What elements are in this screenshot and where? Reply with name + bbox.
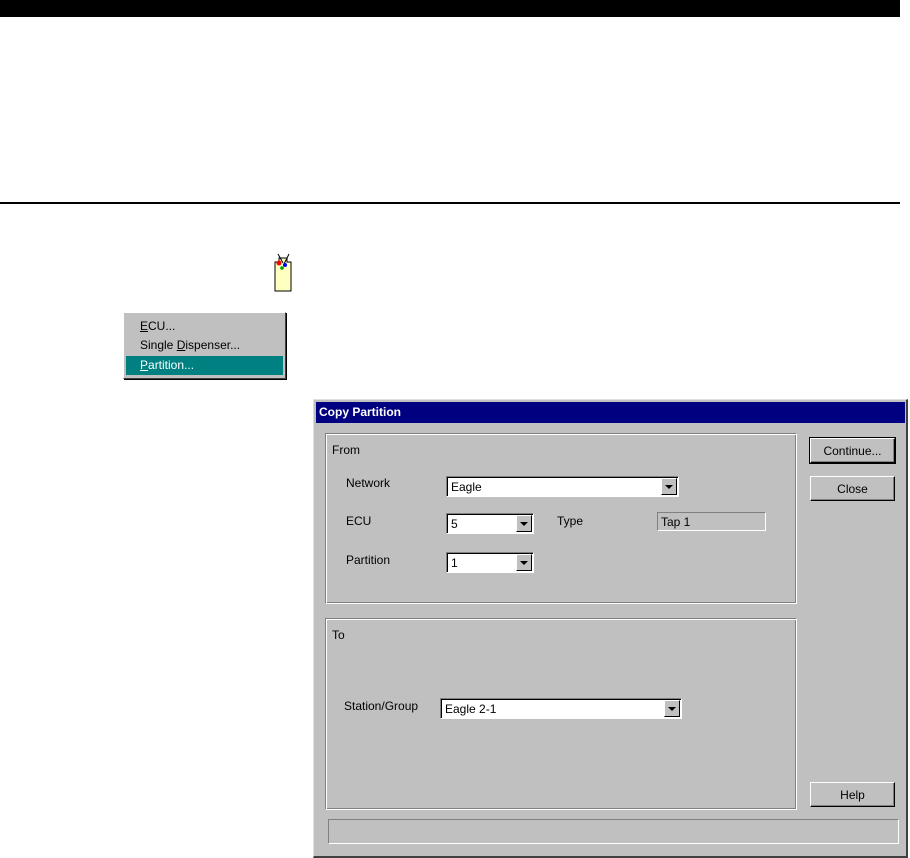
network-value: Eagle (451, 480, 482, 494)
chevron-down-icon[interactable] (661, 478, 677, 495)
status-bar (328, 819, 899, 844)
menu-item-label: ispenser... (185, 338, 241, 352)
from-group: From Network Eagle ECU 5 Type Tap 1 Part… (325, 433, 797, 604)
station-group-select[interactable]: Eagle 2-1 (440, 698, 682, 719)
to-group-label: To (332, 628, 345, 642)
from-group-label: From (332, 443, 360, 457)
context-menu: ECU... Single Dispenser... Partition... (123, 312, 286, 379)
chevron-down-icon[interactable] (664, 700, 680, 717)
type-value: Tap 1 (661, 515, 691, 529)
menu-item-mnemonic: P (140, 358, 149, 372)
station-group-label: Station/Group (344, 699, 419, 713)
chevron-down-icon[interactable] (516, 554, 532, 571)
menu-item-ecu[interactable]: ECU... (126, 317, 283, 336)
help-button[interactable]: Help (810, 782, 895, 807)
menu-item-label: artition... (148, 358, 195, 372)
dialog-title-bar[interactable]: Copy Partition (316, 402, 905, 423)
menu-item-mnemonic: E (140, 319, 149, 333)
close-button[interactable]: Close (810, 476, 895, 501)
menu-item-prefix: Single (140, 338, 177, 352)
partition-label: Partition (346, 553, 391, 567)
to-group: To Station/Group Eagle 2-1 (325, 618, 797, 810)
ecu-select[interactable]: 5 (446, 513, 534, 534)
divider-rule (0, 202, 900, 204)
ecu-value: 5 (451, 517, 458, 531)
ecu-label: ECU (346, 514, 372, 528)
menu-item-partition[interactable]: Partition... (126, 356, 283, 375)
continue-button[interactable]: Continue... (809, 437, 896, 464)
type-field: Tap 1 (657, 512, 766, 531)
menu-item-single-dispenser[interactable]: Single Dispenser... (126, 336, 283, 355)
network-select[interactable]: Eagle (446, 476, 679, 497)
station-group-value: Eagle 2-1 (445, 702, 497, 716)
chevron-down-icon[interactable] (516, 515, 532, 532)
type-label: Type (557, 514, 584, 528)
dialog-title: Copy Partition (319, 405, 402, 419)
menu-item-label: CU... (148, 319, 176, 333)
partition-select[interactable]: 1 (446, 552, 534, 573)
network-label: Network (346, 476, 391, 490)
copy-partition-dialog: Copy Partition From Network Eagle ECU 5 … (313, 399, 908, 858)
copy-partition-app-icon (274, 253, 292, 292)
partition-value: 1 (451, 556, 458, 570)
header-bar (0, 0, 900, 17)
